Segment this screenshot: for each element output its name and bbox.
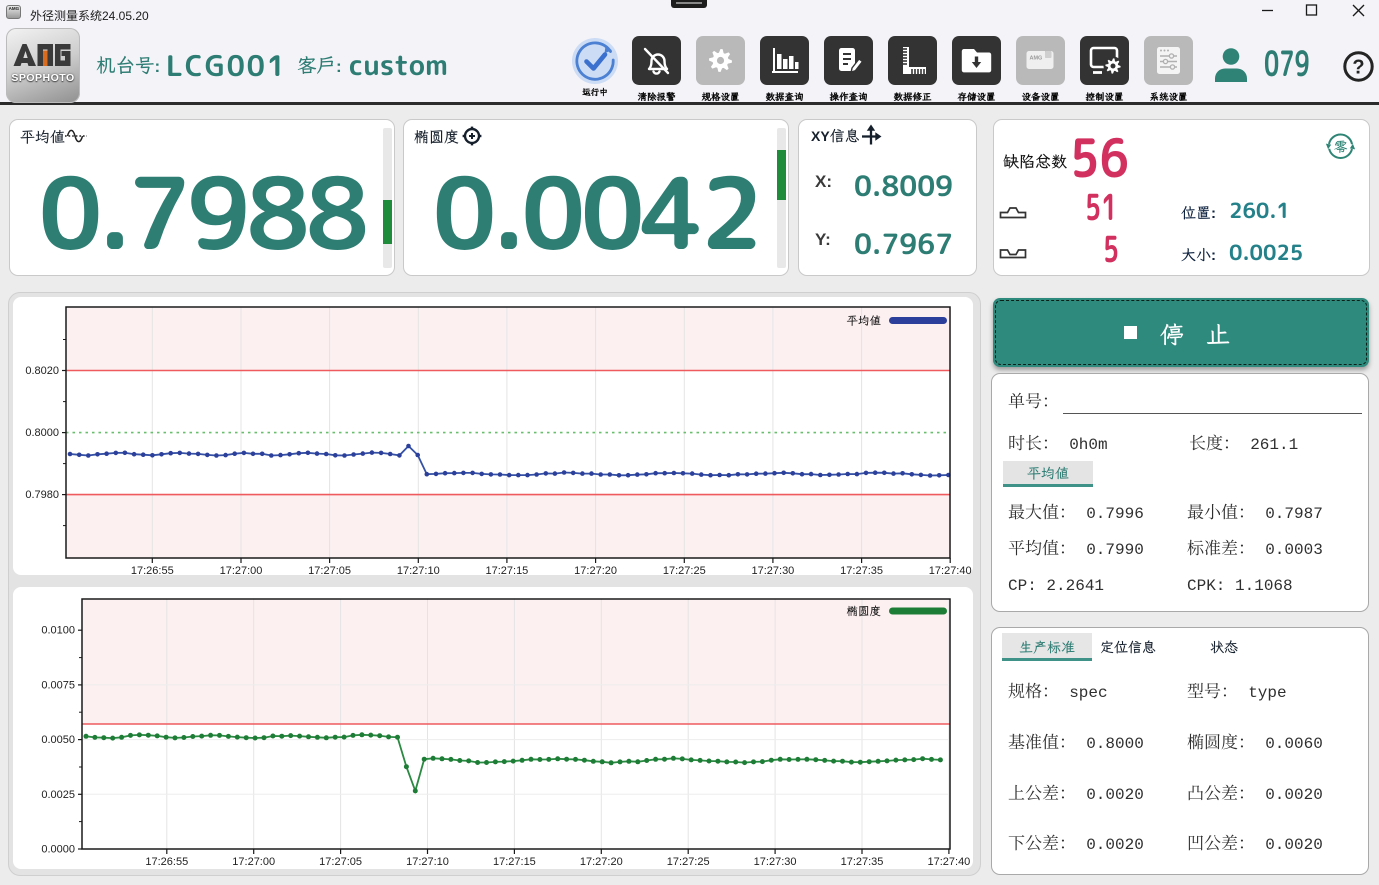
svg-text:17:27:30: 17:27:30 (751, 565, 794, 575)
svg-text:?: ? (1352, 57, 1364, 79)
svg-text:17:27:40: 17:27:40 (929, 565, 972, 575)
svg-text:平均值: 平均值 (847, 314, 882, 329)
svg-text:17:27:10: 17:27:10 (406, 856, 449, 868)
svg-text:17:27:20: 17:27:20 (574, 565, 617, 575)
svg-text:17:27:30: 17:27:30 (754, 856, 797, 868)
svg-text:AMG: AMG (1030, 56, 1043, 62)
svg-text:17:26:55: 17:26:55 (131, 565, 174, 575)
svg-text:0.7980: 0.7980 (25, 489, 59, 501)
svg-text:17:27:40: 17:27:40 (927, 856, 970, 868)
svg-text:0.8020: 0.8020 (25, 365, 59, 377)
svg-text:17:27:00: 17:27:00 (232, 856, 275, 868)
svg-text:0.0075: 0.0075 (41, 679, 75, 691)
svg-text:0.0050: 0.0050 (41, 734, 75, 746)
svg-text:17:27:05: 17:27:05 (319, 856, 362, 868)
svg-text:17:27:05: 17:27:05 (308, 565, 351, 575)
svg-text:17:27:20: 17:27:20 (580, 856, 623, 868)
svg-text:椭圆度: 椭圆度 (847, 604, 882, 619)
svg-text:17:27:00: 17:27:00 (220, 565, 263, 575)
svg-text:17:27:15: 17:27:15 (493, 856, 536, 868)
svg-text:17:27:10: 17:27:10 (397, 565, 440, 575)
svg-text:17:27:35: 17:27:35 (841, 856, 884, 868)
svg-text:17:27:25: 17:27:25 (667, 856, 710, 868)
svg-text:17:27:15: 17:27:15 (485, 565, 528, 575)
svg-text:0.0000: 0.0000 (41, 844, 75, 856)
svg-text:0.0025: 0.0025 (41, 789, 75, 801)
svg-text:17:27:25: 17:27:25 (663, 565, 706, 575)
svg-text:17:27:35: 17:27:35 (840, 565, 883, 575)
svg-text:0.0100: 0.0100 (41, 625, 75, 637)
svg-text:0.8000: 0.8000 (25, 427, 59, 439)
svg-text:17:26:55: 17:26:55 (145, 856, 188, 868)
svg-text:零: 零 (1334, 137, 1348, 155)
